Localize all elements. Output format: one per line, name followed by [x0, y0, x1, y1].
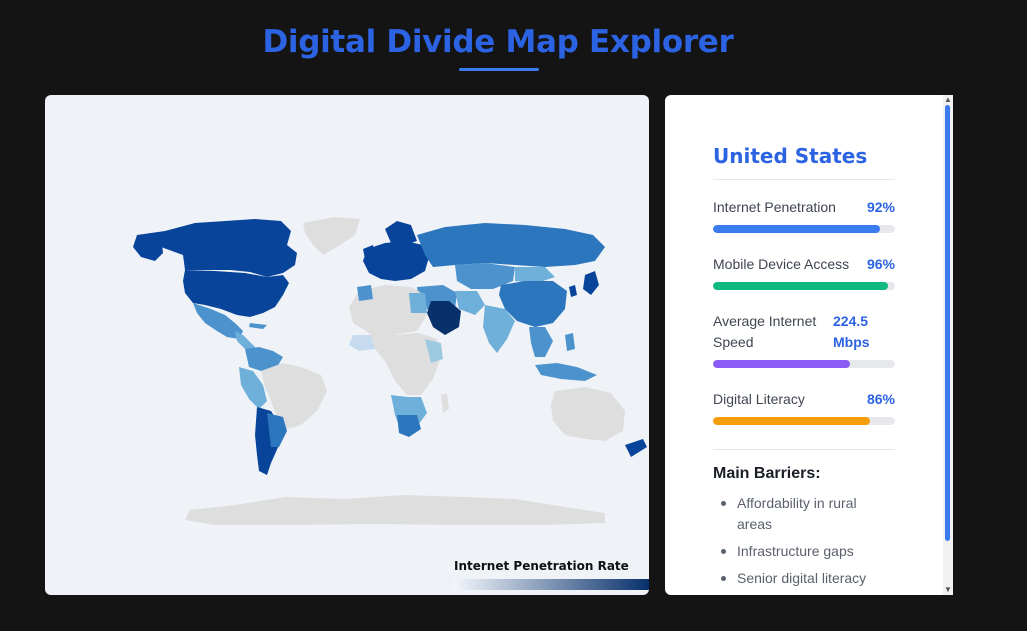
progress-track-internet-penetration [713, 225, 895, 233]
metric-value-digital-literacy: 86% [866, 391, 895, 407]
region-mongolia[interactable] [515, 267, 555, 283]
page-title: Digital Divide Map Explorer [262, 24, 734, 60]
progress-track-digital-literacy [713, 417, 895, 425]
region-greenland[interactable] [303, 217, 360, 255]
scrollbar[interactable]: ▲ ▼ [943, 95, 953, 595]
scrollbar-thumb[interactable] [945, 105, 950, 541]
country-name: United States [713, 144, 868, 168]
metric-label-line: Average Internet [713, 313, 817, 329]
region-caribbean[interactable] [249, 323, 267, 329]
region-australia[interactable] [551, 387, 625, 441]
barriers-list: Affordability in rural areas Infrastruct… [713, 493, 893, 595]
divider [713, 449, 895, 450]
progress-fill-average-internet-speed [713, 360, 850, 368]
list-item: Infrastructure gaps [713, 541, 893, 562]
list-item: Affordability in rural areas [713, 493, 893, 535]
region-russia[interactable] [417, 223, 605, 267]
region-madagascar[interactable] [441, 393, 449, 413]
region-saudi-arabia[interactable] [427, 301, 461, 335]
metric-label-internet-penetration: Internet Penetration [713, 199, 836, 215]
region-scandinavia[interactable] [385, 221, 417, 245]
region-west-africa[interactable] [349, 335, 375, 351]
metric-value-average-internet-speed: 224.5 Mbps [833, 311, 870, 353]
legend-title: Internet Penetration Rate [454, 559, 629, 573]
scroll-up-icon[interactable]: ▲ [944, 95, 952, 105]
region-southeast-asia[interactable] [529, 327, 553, 357]
progress-fill-mobile-device-access [713, 282, 888, 290]
region-south-africa[interactable] [397, 415, 421, 437]
region-philippines[interactable] [565, 333, 575, 351]
world-map-card[interactable]: Internet Penetration Rate [45, 95, 649, 595]
barrier-text: Affordability in rural [737, 495, 857, 511]
metric-label-average-internet-speed: Average Internet Speed [713, 311, 816, 353]
title-underline [459, 68, 539, 71]
region-japan[interactable] [583, 271, 599, 295]
region-morocco[interactable] [357, 285, 373, 301]
region-uk[interactable] [363, 245, 375, 259]
progress-track-average-internet-speed [713, 360, 895, 368]
metric-value-internet-penetration: 92% [866, 199, 895, 215]
metric-label-mobile-device-access: Mobile Device Access [713, 256, 850, 272]
progress-fill-internet-penetration [713, 225, 881, 233]
region-korea[interactable] [569, 285, 577, 297]
legend-gradient-bar [454, 579, 649, 590]
divider [713, 179, 895, 180]
progress-track-mobile-device-access [713, 282, 895, 290]
region-antarctica[interactable] [185, 495, 605, 525]
metric-value-line: Mbps [833, 334, 870, 350]
metric-value-mobile-device-access: 96% [866, 256, 895, 272]
list-item: Senior digital literacy [713, 568, 893, 589]
metric-value-line: 224.5 [833, 313, 869, 329]
barrier-text: Senior digital literacy [737, 570, 867, 586]
barrier-text: areas [737, 516, 773, 532]
region-alaska[interactable] [133, 235, 163, 261]
metric-label-digital-literacy: Digital Literacy [713, 391, 805, 407]
country-detail-panel[interactable]: United States Internet Penetration 92% M… [665, 95, 953, 595]
scroll-down-icon[interactable]: ▼ [944, 585, 952, 595]
barrier-text: Infrastructure gaps [737, 543, 854, 559]
world-map[interactable] [45, 95, 649, 595]
region-new-zealand[interactable] [625, 439, 647, 457]
region-egypt[interactable] [409, 293, 427, 313]
metric-label-line: Speed [713, 334, 754, 350]
barriers-title: Main Barriers: [713, 465, 821, 482]
region-indonesia[interactable] [535, 363, 597, 381]
progress-fill-digital-literacy [713, 417, 870, 425]
